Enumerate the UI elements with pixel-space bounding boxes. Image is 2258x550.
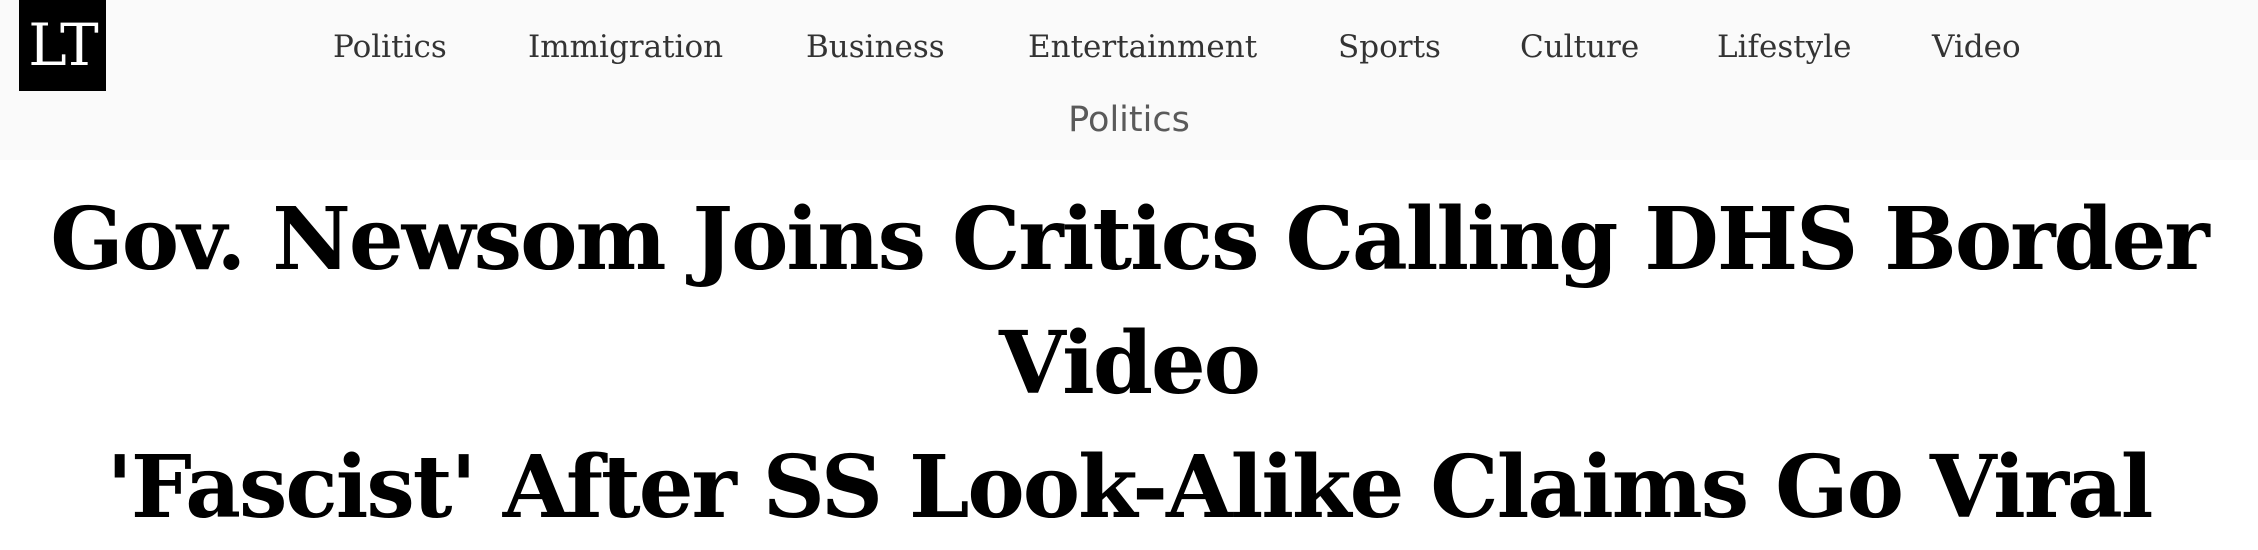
headline-line-2: 'Fascist' After SS Look-Alike Claims Go …	[106, 437, 2154, 538]
site-header: LT Politics Immigration Business Enterta…	[0, 0, 2258, 160]
article-headline: Gov. Newsom Joins Critics Calling DHS Bo…	[0, 178, 2258, 550]
nav-item-video[interactable]: Video	[1932, 22, 2021, 72]
nav-item-culture[interactable]: Culture	[1520, 22, 1639, 72]
main-nav: Politics Immigration Business Entertainm…	[0, 22, 2258, 72]
nav-item-entertainment[interactable]: Entertainment	[1028, 22, 1257, 72]
nav-item-politics[interactable]: Politics	[333, 22, 447, 72]
nav-item-immigration[interactable]: Immigration	[528, 22, 723, 72]
article-section-link[interactable]: Politics	[0, 95, 2258, 145]
nav-item-sports[interactable]: Sports	[1338, 22, 1441, 72]
nav-item-lifestyle[interactable]: Lifestyle	[1717, 22, 1851, 72]
nav-item-business[interactable]: Business	[806, 22, 945, 72]
headline-line-1: Gov. Newsom Joins Critics Calling DHS Bo…	[50, 189, 2209, 414]
